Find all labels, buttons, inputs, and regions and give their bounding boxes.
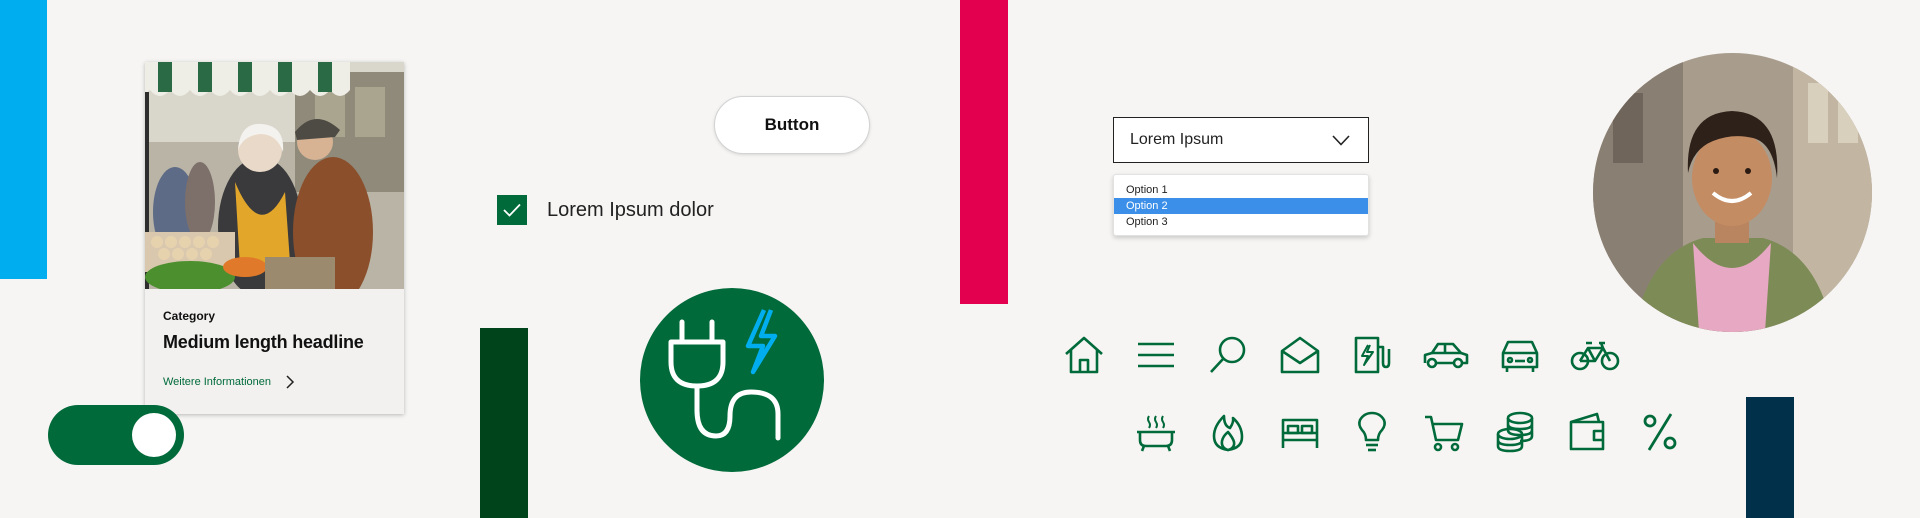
teaser-card[interactable]: Category Medium length headline Weitere …	[145, 62, 404, 414]
ev-plug-icon	[668, 309, 781, 441]
mail-icon	[1280, 336, 1320, 374]
navy-accent-bar	[1746, 397, 1794, 518]
portrait-illustration	[1593, 53, 1872, 332]
charging-station-icon	[1354, 336, 1391, 374]
toggle-switch[interactable]	[48, 405, 184, 465]
dropdown-option[interactable]: Option 3	[1114, 214, 1368, 230]
blue-accent-bar	[0, 0, 47, 279]
ev-plug-badge	[640, 288, 824, 472]
chevron-right-icon	[286, 375, 295, 389]
primary-button[interactable]: Button	[714, 96, 870, 154]
chevron-down-icon	[1332, 134, 1350, 146]
bathtub-icon	[1137, 415, 1175, 452]
woman-portrait-photo	[1593, 53, 1872, 332]
checkbox-row[interactable]: Lorem Ipsum dolor	[497, 195, 714, 225]
red-accent-bar	[960, 0, 1008, 304]
icon-row-2	[1134, 410, 1682, 454]
checkmark-icon	[503, 203, 521, 217]
card-link-label: Weitere Informationen	[163, 376, 272, 388]
flame-icon	[1212, 414, 1244, 452]
dark-green-accent-bar	[480, 328, 528, 518]
search-icon[interactable]	[1206, 333, 1250, 377]
checkbox[interactable]	[497, 195, 527, 225]
home-icon	[1065, 336, 1103, 374]
market-photo	[145, 62, 404, 289]
lightbulb-icon	[1358, 411, 1386, 452]
checkbox-label: Lorem Ipsum dolor	[547, 198, 714, 221]
wallet-icon	[1569, 412, 1605, 451]
bed-icon	[1281, 418, 1319, 448]
car-front-icon	[1501, 340, 1539, 372]
card-headline: Medium length headline	[163, 332, 364, 352]
icon-row-1	[1062, 333, 1620, 377]
car-icon	[1423, 342, 1469, 369]
percent-icon	[1643, 413, 1677, 451]
card-more-info-link[interactable]: Weitere Informationen	[163, 375, 295, 389]
dropdown-selected-value: Lorem Ipsum	[1130, 131, 1224, 148]
dropdown-options-list: Option 1 Option 2 Option 3	[1113, 174, 1369, 236]
coins-icon	[1496, 411, 1534, 453]
toggle-knob	[132, 413, 176, 457]
card-category: Category	[163, 309, 216, 323]
cart-icon[interactable]	[1422, 410, 1466, 454]
bicycle-icon	[1570, 341, 1620, 371]
dropdown-option-highlighted[interactable]: Option 2	[1114, 198, 1368, 214]
menu-icon[interactable]	[1134, 333, 1178, 377]
dropdown-option[interactable]: Option 1	[1114, 182, 1368, 198]
dropdown-select[interactable]: Lorem Ipsum	[1113, 117, 1369, 163]
